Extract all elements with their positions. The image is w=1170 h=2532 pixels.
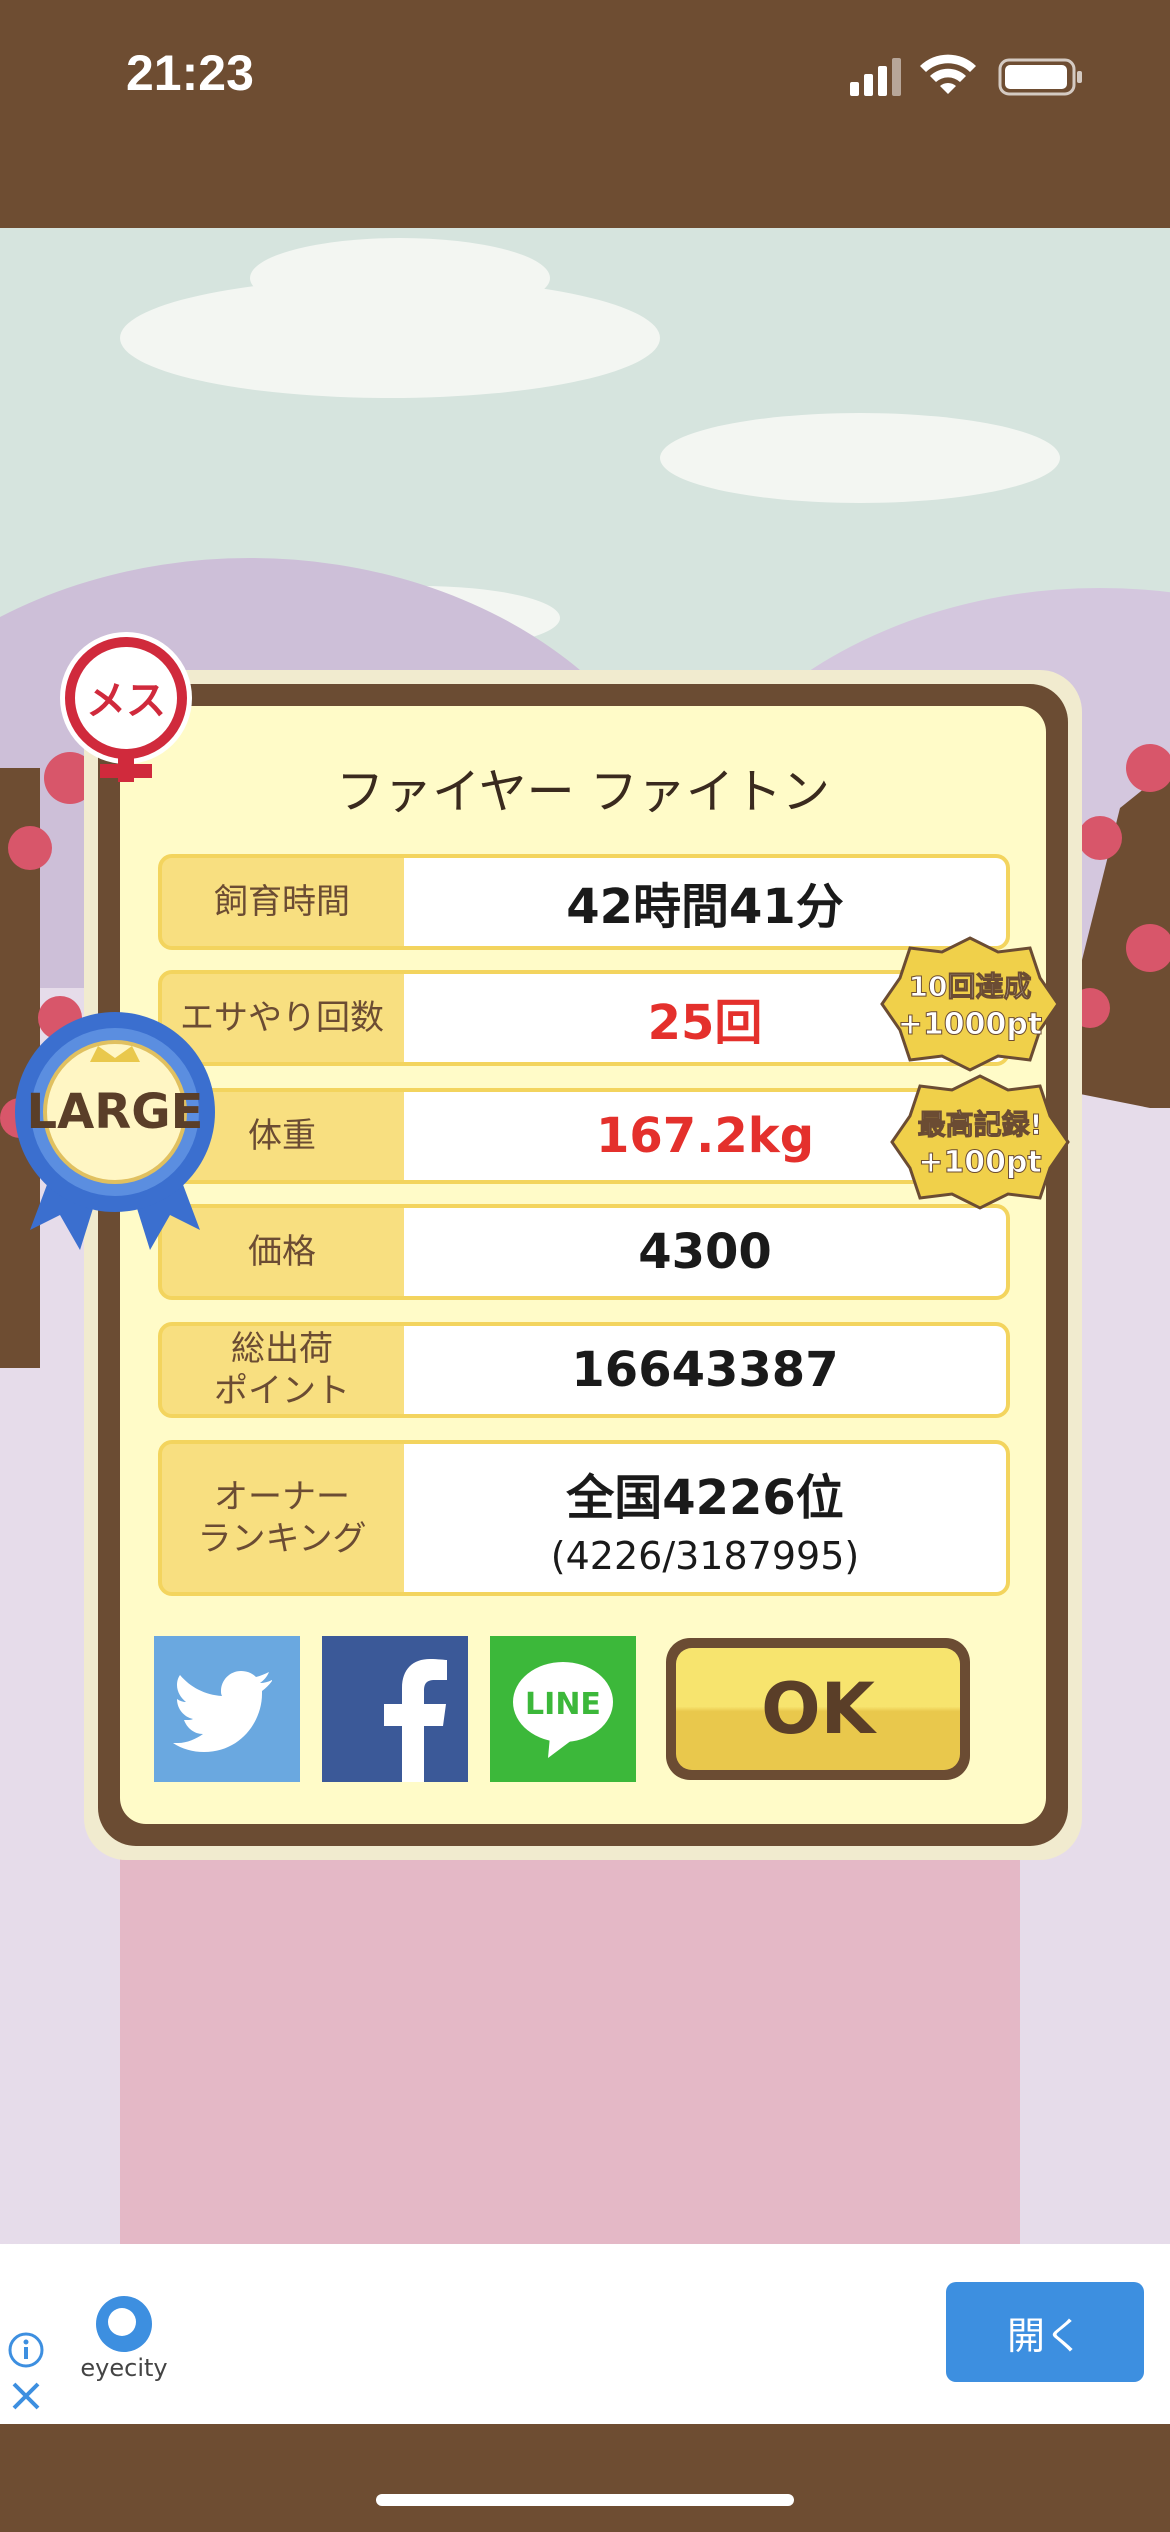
ranking-value: 全国4226位: [566, 1470, 844, 1526]
ad-close-icon[interactable]: [6, 2376, 46, 2416]
line-share-button[interactable]: LINE: [490, 1636, 636, 1782]
cellular-signal-icon: [850, 58, 901, 96]
bottom-bar: [0, 2424, 1170, 2532]
size-badge-text: LARGE: [27, 1084, 204, 1140]
wifi-icon: [920, 54, 976, 94]
stat-label: オーナー ランキング: [197, 1476, 367, 1560]
stat-row-price: 価格 4300: [158, 1204, 1010, 1300]
bonus-badge-line2: +100pt: [918, 1145, 1042, 1180]
stat-value-ranking: 全国4226位 (4226/3187995): [404, 1444, 1006, 1592]
stat-row-shipping-points: 総出荷 ポイント 16643387: [158, 1322, 1010, 1418]
ad-open-button[interactable]: 開く: [946, 2282, 1144, 2382]
stat-label: 飼育時間: [214, 881, 350, 922]
stat-row-owner-ranking: オーナー ランキング 全国4226位 (4226/3187995): [158, 1440, 1010, 1596]
ad-brand-name: eyecity: [80, 2354, 168, 2382]
status-bar: 21:23: [0, 0, 1170, 228]
size-ribbon-icon: LARGE: [15, 1012, 215, 1250]
bonus-badge-line2: +1000pt: [898, 1007, 1042, 1042]
ranking-detail: (4226/3187995): [550, 1534, 860, 1578]
gender-badge-text: メス: [86, 678, 166, 724]
bonus-badge-record: 最高記録! +100pt: [890, 1074, 1070, 1210]
ad-logo-icon: [96, 2296, 152, 2352]
stat-value: 16643387: [404, 1326, 1006, 1414]
line-label: LINE: [525, 1687, 601, 1722]
status-time: 21:23: [126, 45, 254, 101]
ok-button[interactable]: OK: [666, 1638, 970, 1780]
bonus-badge-line1: 最高記録!: [918, 1108, 1043, 1141]
facebook-share-button[interactable]: [322, 1636, 468, 1782]
ok-button-label: OK: [676, 1648, 960, 1770]
ad-banner[interactable]: eyecity 開く: [0, 2244, 1170, 2424]
bonus-badge-feed: 10回達成 +1000pt: [880, 936, 1060, 1072]
stat-value: 4300: [404, 1208, 1006, 1296]
stat-value: 42時間41分: [404, 858, 1006, 946]
stat-label: 総出荷 ポイント: [214, 1328, 350, 1412]
ad-info-icon[interactable]: [6, 2330, 46, 2370]
stat-row-weight: 体重 167.2kg: [158, 1088, 1010, 1184]
female-badge-icon: メス: [60, 632, 192, 782]
battery-icon: [998, 58, 1082, 96]
home-indicator[interactable]: [376, 2494, 794, 2506]
status-icons: [850, 54, 1082, 96]
bonus-badge-line1: 10回達成: [909, 970, 1032, 1003]
monster-name: ファイヤー ファイトン: [336, 764, 830, 820]
twitter-share-button[interactable]: [154, 1636, 300, 1782]
